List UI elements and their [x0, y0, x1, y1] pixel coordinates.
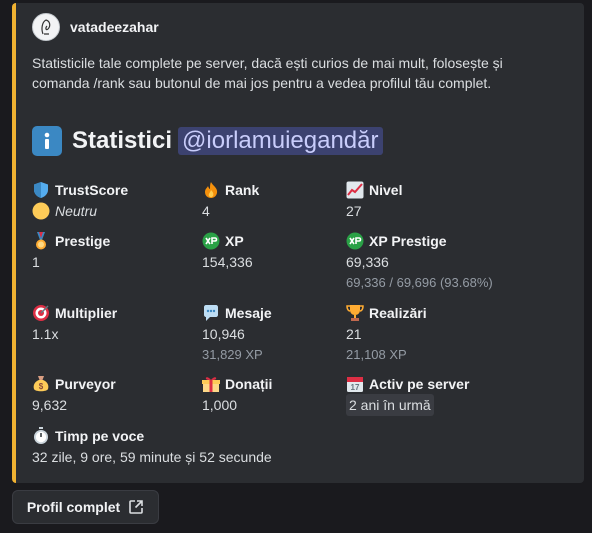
embed-description: Statisticile tale complete pe server, da… [32, 55, 503, 91]
field-value: 21 [346, 326, 362, 342]
title-text: Statistici [72, 127, 173, 154]
profil-complet-button[interactable]: Profil complet [12, 490, 159, 524]
external-link-icon [129, 500, 143, 514]
user-mention[interactable]: @iorlamuiegandăr [178, 127, 383, 155]
field-name: Donații [225, 376, 273, 392]
field-value: 69,336 [346, 254, 389, 270]
money-bag-icon: $ [32, 375, 50, 393]
field-value: 9,632 [32, 397, 68, 413]
info-icon [32, 126, 62, 156]
field-purveyor: $ Purveyor 9,632 [32, 374, 202, 416]
field-value: 32 zile, 9 ore, 59 minute și 52 secunde [32, 449, 272, 465]
field-name: XP [225, 233, 244, 249]
yellow-circle-icon [32, 202, 50, 220]
embed-author: vatadeezahar [32, 13, 159, 41]
field-name: Purveyor [55, 376, 116, 392]
field-name: Mesaje [225, 305, 272, 321]
field-subtext: 69,336 / 69,696 (93.68%) [346, 275, 493, 290]
calendar-icon: 17 [346, 375, 364, 393]
chart-increasing-icon [346, 181, 364, 199]
field-value: 2 ani în urmă [346, 394, 434, 416]
svg-text:$: $ [39, 382, 44, 391]
field-value: Neutru [55, 203, 98, 219]
field-value: 27 [346, 203, 362, 219]
xp-icon [202, 232, 220, 250]
author-avatar[interactable] [32, 13, 60, 41]
fire-icon [202, 181, 220, 199]
author-name[interactable]: vatadeezahar [70, 19, 159, 35]
field-nivel: Nivel 27 [346, 180, 516, 222]
embed-title: Statistici @iorlamuiegandăr [32, 126, 383, 156]
gift-icon [202, 375, 220, 393]
svg-text:17: 17 [351, 383, 360, 392]
stopwatch-icon [32, 427, 50, 445]
field-realizari: Realizări 21 21,108 XP [346, 303, 516, 365]
field-name: Activ pe server [369, 376, 470, 392]
field-name: Prestige [55, 233, 111, 249]
medal-icon [32, 232, 50, 250]
field-subtext: 21,108 XP [346, 347, 407, 362]
shield-icon [32, 181, 50, 199]
trophy-icon [346, 304, 364, 322]
field-name: Realizări [369, 305, 427, 321]
field-name: Rank [225, 182, 260, 198]
avatar-sketch-icon [41, 19, 51, 35]
field-timp-voce: Timp pe voce 32 zile, 9 ore, 59 minute ș… [32, 426, 432, 468]
field-trustscore: TrustScore Neutru [32, 180, 202, 222]
button-label: Profil complet [26, 499, 121, 515]
field-name: XP Prestige [369, 233, 447, 249]
xp-icon [346, 232, 364, 250]
speech-bubble-icon [202, 304, 220, 322]
field-value: 1 [32, 254, 40, 270]
stats-embed: vatadeezahar Statisticile tale complete … [12, 3, 584, 483]
field-name: Timp pe voce [55, 428, 145, 444]
field-name: TrustScore [55, 182, 129, 198]
target-icon [32, 304, 50, 322]
field-multiplier: Multiplier 1.1x [32, 303, 202, 345]
field-activ: 17 Activ pe server 2 ani în urmă [346, 374, 516, 416]
field-prestige: Prestige 1 [32, 231, 202, 273]
field-name: Multiplier [55, 305, 118, 321]
field-name: Nivel [369, 182, 403, 198]
field-xp-prestige: XP Prestige 69,336 69,336 / 69,696 (93.6… [346, 231, 516, 293]
field-value: 1.1x [32, 326, 59, 342]
